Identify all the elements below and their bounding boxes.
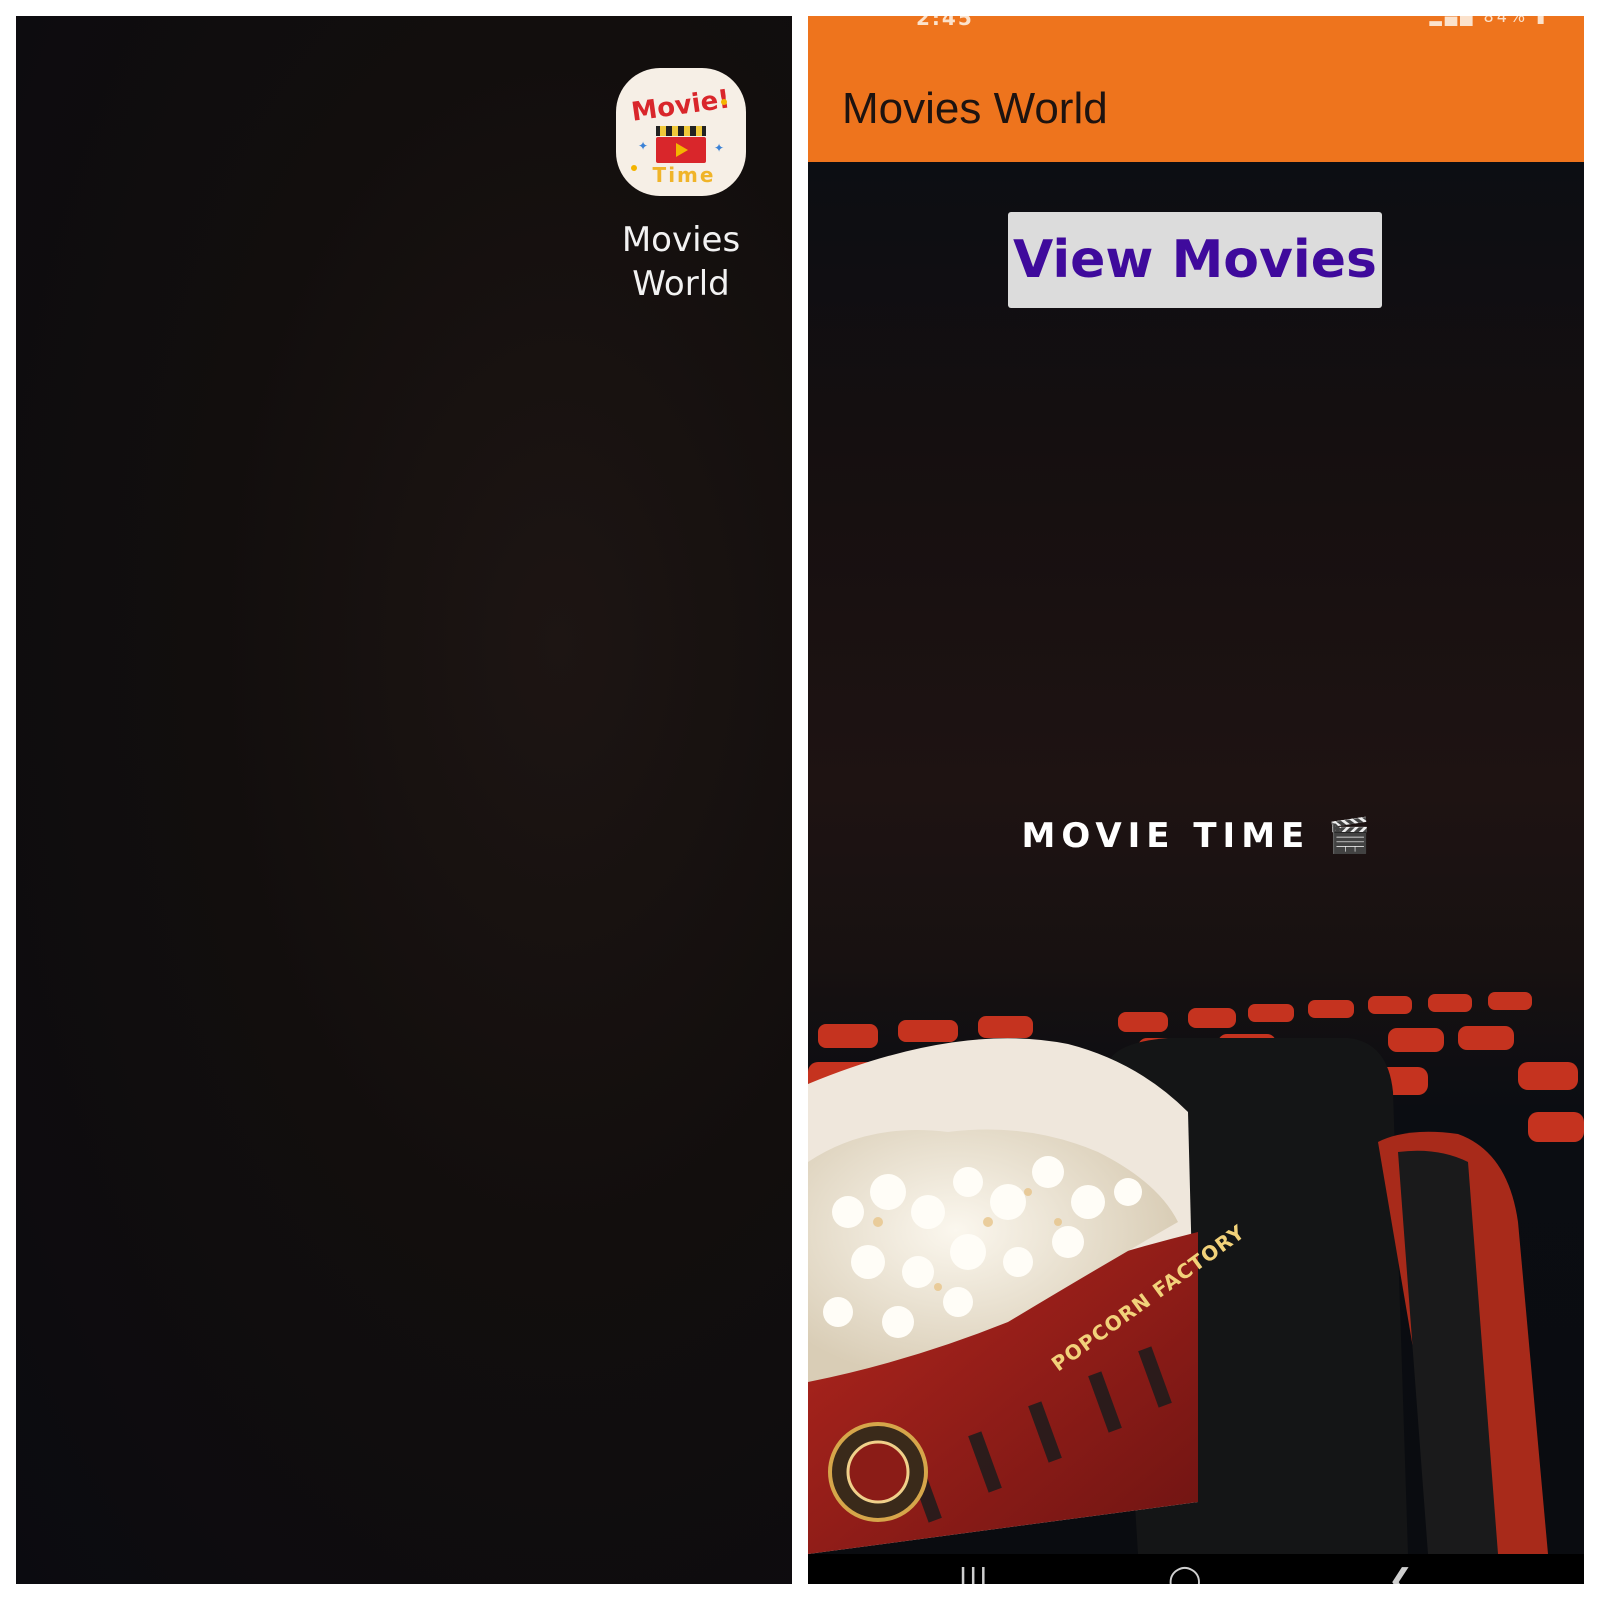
navigation-bar: ||| ◯ ❮ <box>808 1554 1584 1584</box>
popcorn-bucket: POPCORN FACTORY <box>808 1038 1249 1554</box>
app-screen: 2:45 ▂▄▆ 84% ▮ Movies World POPCORN FACT… <box>808 16 1584 1584</box>
home-button[interactable]: ◯ <box>1168 1566 1202 1585</box>
movie-time-clapperboard-icon[interactable]: Movie! ✦ ✦ Time <box>616 68 746 196</box>
battery-text: 84% <box>1483 16 1529 26</box>
svg-text:✦: ✦ <box>638 139 648 153</box>
signal-icon: ▂▄▆ <box>1429 16 1476 26</box>
icon-text-bottom: Time <box>653 163 716 187</box>
cinema-poster-image: POPCORN FACTORY <box>808 992 1584 1554</box>
status-time: 2:45 <box>916 16 974 30</box>
poster-headline: MOVIE TIME 🎬 <box>808 816 1584 856</box>
svg-text:✦: ✦ <box>714 141 724 155</box>
clapperboard-emoji-icon: 🎬 <box>1328 816 1371 856</box>
movie-time-text: MOVIE TIME <box>1021 816 1311 856</box>
home-screen: Movie! ✦ ✦ Time Movies World <box>16 16 792 1584</box>
app-title: Movies World <box>842 84 1108 133</box>
back-button[interactable]: ❮ <box>1388 1566 1413 1585</box>
app-shortcut-label: Movies World <box>621 220 741 304</box>
view-movies-button[interactable]: View Movies <box>1008 212 1382 308</box>
icon-text-top: Movie! <box>630 84 732 127</box>
battery-icon: ▮ <box>1536 16 1548 26</box>
status-icons: ▂▄▆ 84% ▮ <box>1430 16 1548 26</box>
main-content: POPCORN FACTORY View Movies MOVIE TIME 🎬 <box>808 162 1584 1554</box>
recent-apps-button[interactable]: ||| <box>958 1566 988 1585</box>
app-bar: Movies World <box>808 32 1584 162</box>
status-bar: 2:45 ▂▄▆ 84% ▮ <box>808 16 1584 32</box>
movies-world-app-shortcut[interactable]: Movie! ✦ ✦ Time Movies World <box>611 68 751 306</box>
